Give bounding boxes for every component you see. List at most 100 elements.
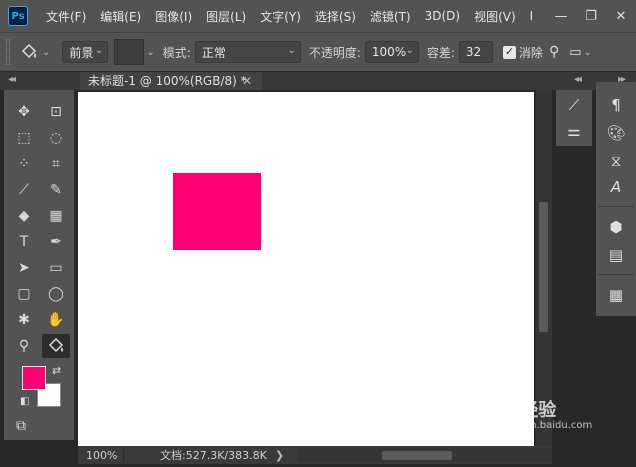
- tools-panel: ✥ ⊡ ⬚ ◌ ⁘ ⌗ ⟋ ✎ ◆ ▦ T ✒ ➤ ▭ ▢ ◯ ✱ ✋ ⚲ ⇄ …: [4, 90, 74, 440]
- document-tab-row: ◂◂ 未标题-1 @ 100%(RGB/8) * ✕ ◂◂ ▸▸: [0, 72, 636, 90]
- custom-shape-tool-icon[interactable]: ✱: [10, 308, 38, 332]
- document-tab-title: 未标题-1 @ 100%(RGB/8) *: [88, 74, 247, 88]
- rectangle-tool-icon[interactable]: ▭: [42, 256, 70, 280]
- lasso-tool-icon[interactable]: ◌: [42, 126, 70, 150]
- options-bar: ⌄ 前景 ⌄ ⌄ 模式: 正常 ⌄ 不透明度: 100% ⌄ 容差: 32 ✓ …: [0, 32, 636, 72]
- panel-dock-gap: [552, 146, 596, 464]
- panel-dock-empty: [596, 316, 636, 464]
- adjustments-icon[interactable]: ⚌: [556, 122, 592, 140]
- chevron-down-icon: ⌄: [95, 45, 104, 56]
- swap-colors-icon[interactable]: ⇄: [52, 364, 61, 377]
- rounded-rectangle-tool-icon[interactable]: ▢: [10, 282, 38, 306]
- watermark-logo: Bai 经验: [482, 400, 557, 421]
- chevron-down-icon[interactable]: ⌄: [146, 47, 154, 58]
- menu-edit[interactable]: 编辑(E): [100, 8, 141, 25]
- color-palette-icon[interactable]: 🎨︎: [598, 124, 634, 142]
- default-colors-icon[interactable]: ◧: [20, 396, 29, 407]
- history-icon[interactable]: ⧖: [598, 152, 634, 170]
- close-tab-icon[interactable]: ✕: [242, 72, 252, 90]
- tolerance-label: 容差:: [426, 45, 455, 60]
- ellipse-tool-icon[interactable]: ◯: [42, 282, 70, 306]
- gradient-tool-icon[interactable]: ▦: [42, 204, 70, 228]
- paint-bucket-tool-icon[interactable]: [42, 334, 70, 358]
- foreground-color-swatch[interactable]: [22, 366, 46, 390]
- pen-tool-icon[interactable]: ✒: [42, 230, 70, 254]
- window-controls: — ❐ ✕: [546, 0, 636, 32]
- menu-3d[interactable]: 3D(D): [425, 9, 460, 23]
- 3d-icon[interactable]: ⬢: [598, 218, 634, 236]
- paragraph-icon[interactable]: ¶: [598, 96, 634, 114]
- tolerance-value: 32: [465, 45, 482, 59]
- zoom-level[interactable]: 100%: [78, 448, 124, 462]
- brush-tool-icon[interactable]: ✎: [42, 178, 70, 202]
- canvas[interactable]: [78, 92, 534, 446]
- type-tool-icon[interactable]: T: [10, 230, 38, 254]
- collapsed-panel-group: ⟋ ⚌: [556, 90, 592, 146]
- blend-mode-value: 正常: [201, 45, 226, 60]
- menu-image[interactable]: 图像(I): [155, 8, 192, 25]
- workspace-icon[interactable]: ▭: [569, 45, 581, 60]
- search-icon[interactable]: ⚲: [549, 44, 559, 60]
- chevron-down-icon: ⌄: [287, 45, 296, 56]
- mode-label: 模式:: [162, 45, 191, 60]
- marquee-tool-icon[interactable]: ⬚: [10, 126, 38, 150]
- chevron-down-icon[interactable]: ⌄: [584, 47, 592, 58]
- menu-layer[interactable]: 图层(L): [206, 8, 246, 25]
- antialias-checkbox[interactable]: ✓: [502, 45, 516, 59]
- brush-settings-icon[interactable]: ⟋: [556, 96, 592, 114]
- expand-panels-icon[interactable]: ◂◂: [574, 74, 582, 85]
- grid-icon[interactable]: ▦: [598, 286, 634, 304]
- eraser-tool-icon[interactable]: ◆: [10, 204, 38, 228]
- document-size: 文档:527.3K/383.8K: [160, 449, 267, 462]
- restore-button[interactable]: ❐: [576, 9, 606, 24]
- tool-preset-picker[interactable]: ⌄: [20, 43, 50, 61]
- watermark-url: jingyan.baidu.com: [500, 420, 593, 431]
- tolerance-input[interactable]: 32: [458, 41, 493, 63]
- document-window: [78, 90, 536, 446]
- antialias-label: 消除: [518, 45, 543, 60]
- vertical-scroll-thumb[interactable]: [539, 202, 548, 332]
- properties-icon[interactable]: ▤: [598, 246, 634, 264]
- collapse-toolbar-icon[interactable]: ◂◂: [8, 74, 16, 85]
- panel-divider: [598, 206, 634, 207]
- hand-tool-icon[interactable]: ✋: [42, 308, 70, 332]
- document-tab[interactable]: 未标题-1 @ 100%(RGB/8) * ✕: [80, 72, 262, 90]
- fill-source-value: 前景: [69, 45, 94, 60]
- paint-bucket-icon: [48, 337, 64, 353]
- pattern-picker[interactable]: [114, 39, 145, 65]
- horizontal-scroll-thumb[interactable]: [382, 451, 452, 460]
- status-menu-arrow-icon[interactable]: ❯: [275, 449, 284, 462]
- character-icon[interactable]: A: [598, 178, 634, 196]
- close-button[interactable]: ✕: [606, 9, 636, 24]
- path-select-tool-icon[interactable]: ➤: [10, 256, 38, 280]
- chevron-down-icon: ⌄: [405, 45, 414, 56]
- panel-divider: [598, 274, 634, 275]
- horizontal-scrollbar[interactable]: [298, 448, 552, 462]
- artboard-tool-icon[interactable]: ⊡: [42, 100, 70, 124]
- blend-mode-select[interactable]: 正常 ⌄: [194, 41, 301, 63]
- paint-bucket-icon: [21, 43, 37, 59]
- menu-type[interactable]: 文字(Y): [260, 8, 301, 25]
- photoshop-logo: Ps: [8, 6, 28, 26]
- menu-select[interactable]: 选择(S): [315, 8, 356, 25]
- menu-filter[interactable]: 滤镜(T): [370, 8, 411, 25]
- opacity-label: 不透明度:: [308, 45, 361, 60]
- opacity-input[interactable]: 100% ⌄: [364, 41, 419, 63]
- vertical-scrollbar[interactable]: [536, 90, 552, 446]
- opacity-value: 100%: [371, 45, 407, 59]
- options-bar-grip[interactable]: [6, 39, 10, 65]
- eyedropper-tool-icon[interactable]: ⟋: [10, 178, 38, 202]
- menu-file[interactable]: 文件(F): [46, 8, 86, 25]
- crop-tool-icon[interactable]: ⌗: [42, 152, 70, 176]
- menu-view[interactable]: 视图(V): [474, 8, 516, 25]
- zoom-tool-icon[interactable]: ⚲: [10, 334, 38, 358]
- move-tool-icon[interactable]: ✥: [10, 100, 38, 124]
- menu-bar: Ps 文件(F) 编辑(E) 图像(I) 图层(L) 文字(Y) 选择(S) 滤…: [0, 0, 636, 32]
- minimize-button[interactable]: —: [546, 9, 576, 24]
- menu-overflow[interactable]: I: [530, 9, 534, 23]
- right-panel-dock: ¶ 🎨︎ ⧖ A ⬢ ▤ ▦: [596, 82, 636, 316]
- quick-select-tool-icon[interactable]: ⁘: [10, 152, 38, 176]
- fill-source-select[interactable]: 前景 ⌄: [62, 41, 109, 63]
- pink-filled-rectangle[interactable]: [173, 173, 261, 250]
- screen-mode-icon[interactable]: ⧉: [16, 418, 26, 434]
